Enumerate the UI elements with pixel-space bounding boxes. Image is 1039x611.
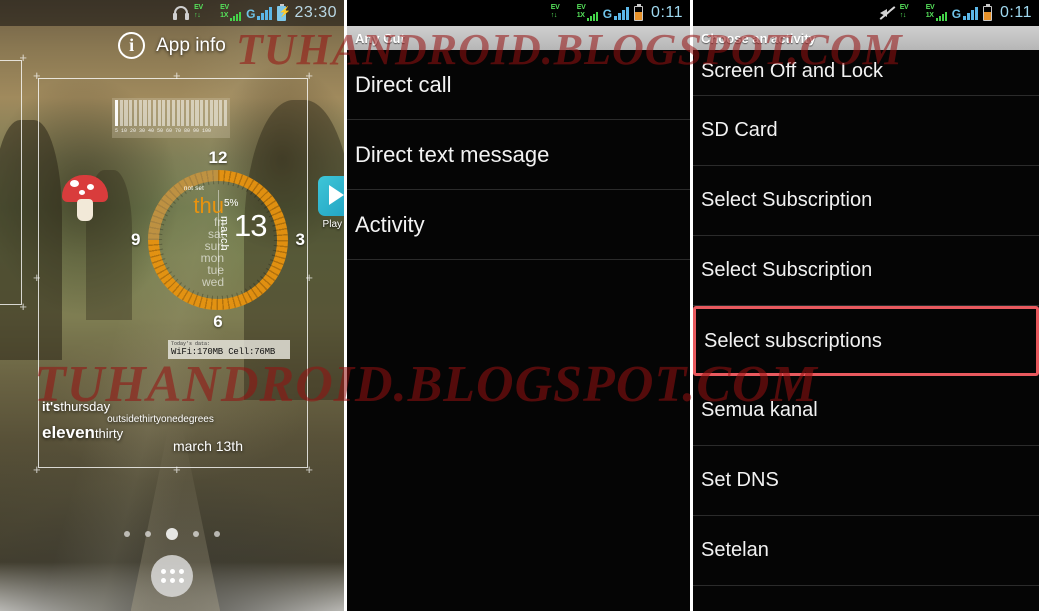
page-dot[interactable] [214,531,220,537]
barcode-bars [115,100,228,126]
list-item-label: SD Card [700,119,778,141]
clock-hour-3: 3 [295,230,305,249]
list-item-label: Direct text message [354,141,550,167]
list-item-setelan[interactable]: Setelan [692,516,1039,586]
any-cut-list: Direct call Direct text message Activity [346,50,690,611]
status-bar: EV ↑↓ EV 1X G 0:11 [692,0,1039,26]
text-clock-widget[interactable]: it'sthursday outsidethirtyonedegrees ele… [42,400,257,453]
g-signal-icon: G [952,6,979,20]
page-dot[interactable] [145,531,151,537]
screenshot-root: + + + + + + + + + + EV ↑↓ EV 1X G ⚡ 23:3… [0,0,1039,611]
clock-hour-6: 6 [213,312,223,331]
data-usage-widget[interactable]: Today's data: WiFi:170MB Cell:76MB [168,340,290,359]
text-clock-line1: it'sthursday [42,400,257,413]
dialog-title: Choose an activity [700,30,816,46]
list-item-select-subscription-2[interactable]: Select Subscription [692,236,1039,306]
list-item-sd-card[interactable]: SD Card [692,96,1039,166]
ev-1x-signal-icon: EV 1X [577,4,598,22]
list-item-activity[interactable]: Activity [346,190,690,260]
ev-signal-icon: EV ↑↓ [194,3,203,19]
list-item-screen-off-and-lock[interactable]: Screen Off and Lock [692,48,1039,96]
list-item-label: Select Subscription [700,189,873,211]
choose-activity-panel: EV ↑↓ EV 1X G 0:11 Choose an activity Scre… [692,0,1039,611]
text-clock-line1-bold: it's [42,399,61,414]
clock-weekday-list: thu fri sat sun mon tue wed [162,193,224,289]
status-bar-clock: 0:11 [1000,4,1032,21]
widget-resize-frame-secondary[interactable]: + + [0,51,27,313]
page-dot-active[interactable] [166,528,178,540]
barcode-scale: 5 10 20 30 40 50 60 70 80 90 100 [115,128,212,134]
mute-icon [879,6,896,20]
battery-icon [983,3,993,21]
list-item-direct-call[interactable]: Direct call [346,50,690,120]
headset-icon [173,6,190,20]
activity-list: Screen Off and Lock SD Card Select Subsc… [692,48,1039,611]
list-item-set-dns[interactable]: Set DNS [692,446,1039,516]
clock-day-number: 13 [234,208,267,243]
app-info-target[interactable]: i App info [0,32,344,59]
clock-widget[interactable]: 12 3 6 9 not set 5% thu fri sat sun mon … [131,148,305,331]
list-item-label: Semua kanal [700,399,818,421]
list-item-label: Select subscriptions [703,329,882,352]
battery-charging-icon: ⚡ [277,3,291,21]
clock-hour-12: 12 [208,148,228,167]
list-item-select-subscription[interactable]: Select Subscription [692,166,1039,236]
play-store-label: Play [322,219,342,230]
clock-weekday: wed [201,275,224,289]
ev-1x-signal-icon: EV 1X [926,4,947,22]
ev-signal-icon: EV ↑↓ [899,3,909,19]
list-item-semua-kanal[interactable]: Semua kanal [692,376,1039,446]
clock-notset-label: not set [184,186,205,192]
list-item-label: Activity [354,211,425,237]
text-clock-line3-rest: thirty [94,426,124,441]
clock-month: march [218,216,230,252]
dialog-title-bar: Any Cut [346,26,690,50]
g-signal-icon: G [246,6,273,20]
homescreen-panel: + + + + + + + + + + EV ↑↓ EV 1X G ⚡ 23:3… [0,0,344,611]
status-bar: EV ↑↓ EV 1X G 0:11 [346,0,690,26]
ev-signal-icon: EV ↑↓ [550,3,560,19]
data-usage-value: WiFi:170MB Cell:76MB [171,347,276,357]
app-info-label: App info [156,34,226,56]
page-dot[interactable] [124,531,130,537]
text-clock-line1-rest: thursday [60,399,111,414]
clock-weekday-active: thu [193,193,224,218]
mushroom-decoration [62,175,108,221]
list-item-label: Screen Off and Lock [700,60,883,82]
page-indicator [0,528,344,540]
dialog-title: Any Cut [354,30,405,46]
app-drawer-button[interactable] [151,555,193,597]
list-item-label: Select Subscription [700,259,873,281]
list-item-select-subscriptions-selected[interactable]: Select subscriptions [692,306,1039,376]
ev-1x-signal-icon: EV 1X [220,4,242,22]
status-bar: EV ↑↓ EV 1X G ⚡ 23:30 [0,0,344,26]
list-item-direct-text-message[interactable]: Direct text message [346,120,690,190]
info-icon: i [118,32,146,59]
status-bar-clock: 23:30 [294,4,337,21]
list-item-label: Setelan [700,539,769,561]
g-signal-icon: G [603,6,630,20]
play-store-icon[interactable] [318,176,344,216]
text-clock-line3-bold: eleven [42,423,95,442]
battery-icon [634,3,644,21]
page-dot[interactable] [193,531,199,537]
list-item-label: Set DNS [700,469,779,491]
dialog-title-bar: Choose an activity [692,26,1039,50]
barcode-battery-widget[interactable]: 5 10 20 30 40 50 60 70 80 90 100 [112,98,230,138]
any-cut-panel: EV ↑↓ EV 1X G 0:11 Any Cut Direct call Dir… [346,0,690,611]
status-bar-clock: 0:11 [651,4,683,21]
clock-hour-9: 9 [131,230,141,249]
list-item-label: Direct call [354,71,452,97]
